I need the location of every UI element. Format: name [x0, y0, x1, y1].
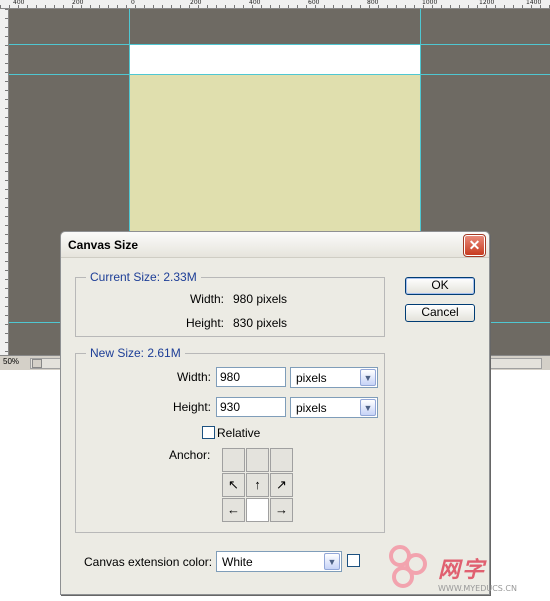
arrow-left-icon[interactable]: ← [222, 498, 245, 522]
new-size-legend: New Size: 2.61M [86, 346, 185, 360]
ruler-number: 200 [190, 0, 202, 6]
anchor-label: Anchor: [169, 448, 211, 462]
anchor-top-left[interactable] [222, 448, 245, 472]
ruler-number: 800 [367, 0, 379, 6]
chevron-down-icon[interactable]: ▼ [360, 399, 376, 416]
close-icon[interactable]: ✕ [463, 234, 486, 257]
arrow-up-icon[interactable]: ↑ [246, 473, 269, 497]
dialog-titlebar[interactable]: Canvas Size ✕ [61, 232, 489, 258]
width-unit-select[interactable]: pixels ▼ [290, 367, 378, 388]
guide-line[interactable] [9, 74, 550, 75]
extension-color-label: Canvas extension color: [84, 555, 213, 569]
cancel-button[interactable]: Cancel [405, 304, 475, 322]
ruler-number: 1200 [479, 0, 495, 6]
scroll-left-button[interactable] [32, 359, 42, 368]
new-height-label: Height: [172, 400, 211, 414]
ruler-number: 0 [131, 0, 135, 6]
canvas-extension-area [130, 44, 420, 74]
current-width-label: Width: [189, 292, 224, 306]
top-ruler: 400 200 0 200 400 600 800 1000 1200 1400 [0, 0, 550, 9]
dialog-title: Canvas Size [68, 238, 139, 252]
ruler-number: 400 [249, 0, 261, 6]
anchor-top-right[interactable] [270, 448, 293, 472]
watermark: 网字 WWW.MYEDUCS.CN [383, 540, 550, 601]
anchor-grid: ↖ ↑ ↗ ← → [222, 448, 294, 523]
watermark-logo-icon [389, 545, 427, 588]
arrow-up-right-icon[interactable]: ↗ [270, 473, 293, 497]
anchor-selected-center[interactable] [246, 498, 269, 522]
width-input[interactable] [216, 367, 286, 387]
chevron-down-icon[interactable]: ▼ [324, 553, 340, 570]
relative-label[interactable]: Relative [217, 426, 260, 440]
watermark-url: WWW.MYEDUCS.CN [438, 584, 517, 593]
current-size-legend: Current Size: 2.33M [86, 270, 201, 284]
extension-color-value: White [222, 555, 253, 569]
relative-checkbox[interactable] [202, 426, 215, 439]
extension-color-select[interactable]: White ▼ [216, 551, 342, 572]
ruler-number: 200 [72, 0, 84, 6]
chevron-down-icon[interactable]: ▼ [360, 369, 376, 386]
current-height-value: 830 pixels [233, 316, 288, 330]
ok-button[interactable]: OK [405, 277, 475, 295]
ruler-number: 600 [308, 0, 320, 6]
zoom-level[interactable]: 50% [3, 357, 19, 366]
ruler-number: 1000 [422, 0, 438, 6]
extension-color-swatch[interactable] [347, 554, 360, 567]
height-unit-value: pixels [296, 401, 327, 415]
current-height-label: Height: [185, 316, 224, 330]
arrow-right-icon[interactable]: → [270, 498, 293, 522]
watermark-text: 网字 [438, 557, 487, 582]
width-unit-value: pixels [296, 371, 327, 385]
guide-line[interactable] [9, 44, 550, 45]
current-size-group: Current Size: 2.33M Width: 980 pixels He… [75, 270, 385, 337]
left-ruler [0, 9, 9, 355]
height-unit-select[interactable]: pixels ▼ [290, 397, 378, 418]
current-width-value: 980 pixels [233, 292, 288, 306]
ruler-number: 400 [13, 0, 25, 6]
ruler-number: 1400 [526, 0, 542, 6]
anchor-top-center[interactable] [246, 448, 269, 472]
height-input[interactable] [216, 397, 286, 417]
arrow-up-left-icon[interactable]: ↖ [222, 473, 245, 497]
new-width-label: Width: [176, 370, 211, 384]
document-canvas[interactable] [130, 74, 420, 234]
